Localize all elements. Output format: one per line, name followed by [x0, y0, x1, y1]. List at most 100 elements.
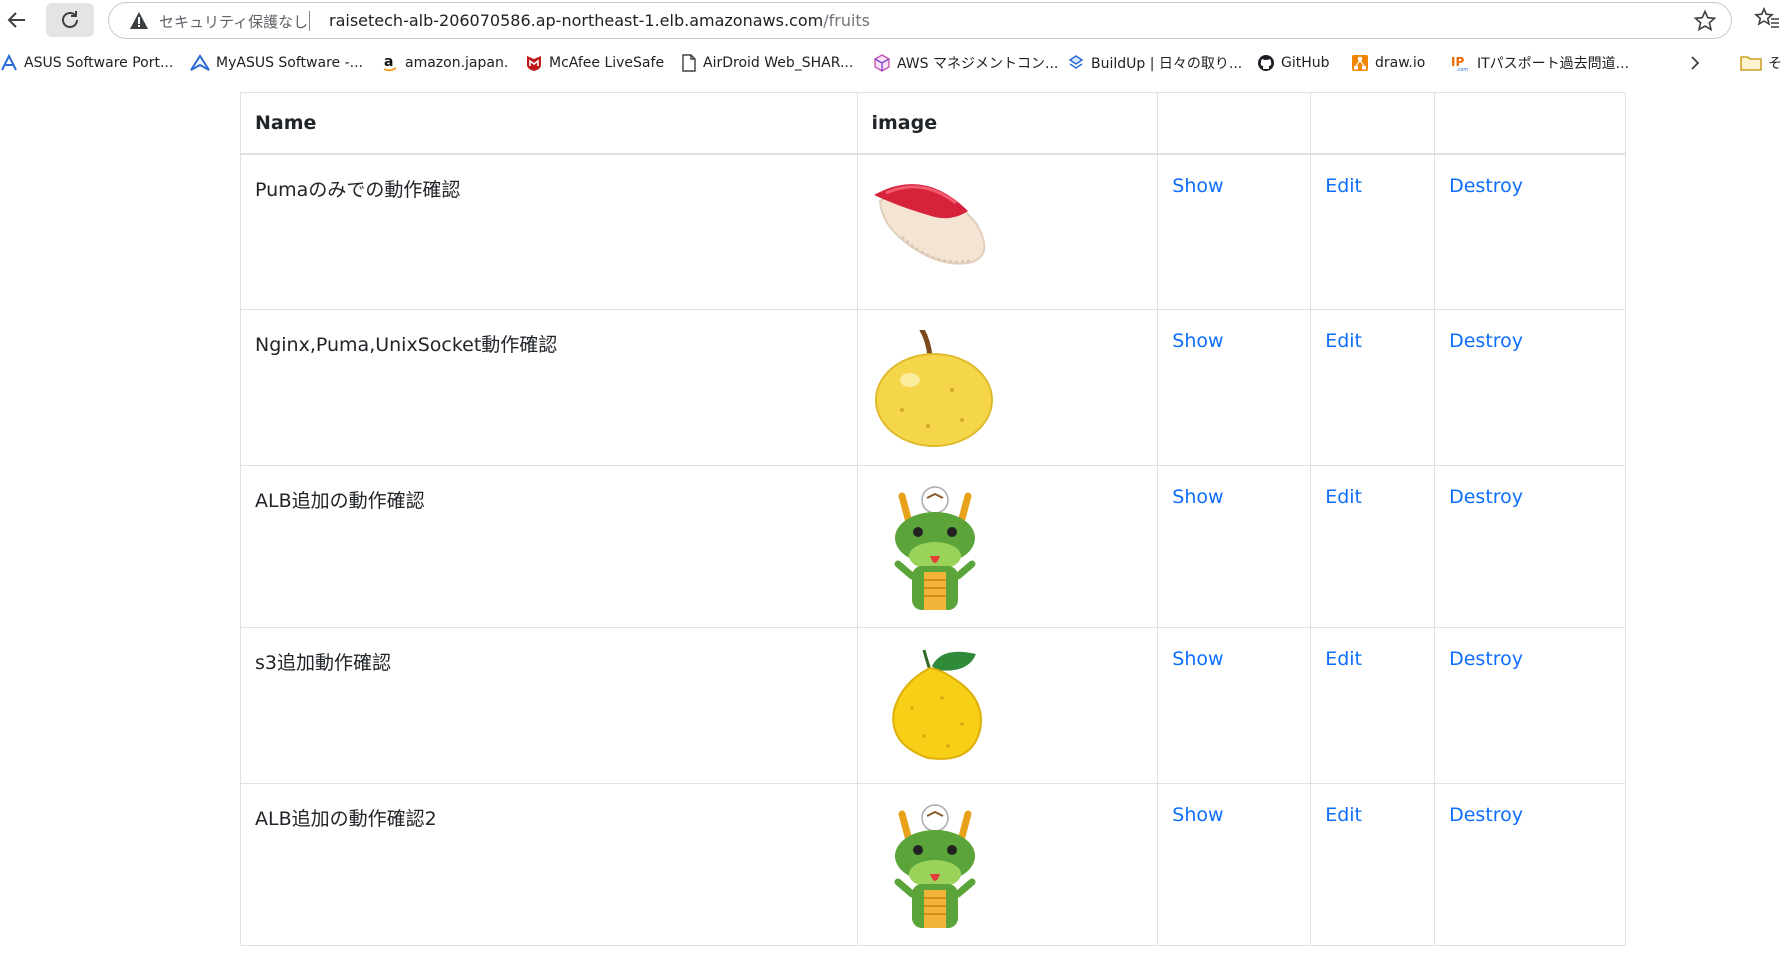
edit-cell: Edit [1310, 627, 1436, 784]
show-cell: Show [1157, 309, 1312, 466]
bookmark-label: draw.io [1375, 55, 1426, 71]
bookmark-label: BuildUp | 日々の取り... [1091, 56, 1243, 72]
aws-cube-icon [874, 54, 890, 72]
sushi-icon [873, 183, 985, 265]
url-text[interactable]: raisetech-alb-206070586.ap-northeast-1.e… [329, 11, 870, 30]
fruit-name: Pumaのみでの動作確認 [240, 153, 858, 310]
page-content: Name image Pumaのみでの動作確認 Show Edit Destro… [0, 86, 1787, 962]
destroy-cell: Destroy [1434, 783, 1626, 946]
fruits-table: Name image Pumaのみでの動作確認 Show Edit Destro… [240, 92, 1626, 946]
destroy-cell: Destroy [1434, 153, 1626, 310]
reload-icon [62, 11, 78, 28]
header-empty [1157, 92, 1312, 155]
bookmark-drawio[interactable]: draw.io [1351, 52, 1425, 74]
favorites-icon[interactable] [1754, 6, 1780, 32]
edit-cell: Edit [1310, 153, 1436, 310]
back-button[interactable] [0, 3, 34, 37]
yuzu-icon [891, 649, 982, 760]
bookmark-label: MyASUS Software -... [216, 55, 363, 71]
edit-link[interactable]: Edit [1325, 175, 1362, 197]
destroy-cell: Destroy [1434, 465, 1626, 628]
document-icon [682, 54, 696, 72]
bookmark-label: ITパスポート過去問道... [1477, 56, 1630, 72]
destroy-link[interactable]: Destroy [1449, 486, 1523, 508]
bookmark-buildup[interactable]: BuildUp | 日々の取り... [1067, 52, 1242, 74]
bookmark-github[interactable]: GitHub [1257, 52, 1330, 74]
fruit-image-cell [856, 153, 1159, 310]
destroy-link[interactable]: Destroy [1449, 330, 1523, 352]
bookmark-asus[interactable]: ASUS Software Port... [0, 52, 173, 74]
pear-icon [874, 330, 993, 447]
header-image: image [856, 92, 1159, 155]
edit-cell: Edit [1310, 783, 1436, 946]
bookmark-myasus[interactable]: MyASUS Software -... [190, 52, 363, 74]
bookmark-label: GitHub [1281, 55, 1330, 71]
table-row: ALB追加の動作確認 Show Edit Destroy [240, 465, 1626, 628]
folder-icon [1740, 56, 1762, 71]
destroy-cell: Destroy [1434, 627, 1626, 784]
table-row: Nginx,Puma,UnixSocket動作確認 Show Edit Dest… [240, 309, 1626, 466]
fruit-image-cell [856, 783, 1159, 946]
show-link[interactable]: Show [1172, 804, 1223, 826]
chevron-right-icon[interactable] [1686, 53, 1704, 73]
svg-text:.com: .com [1456, 67, 1468, 72]
table-header-row: Name image [240, 92, 1626, 155]
edit-link[interactable]: Edit [1325, 486, 1362, 508]
show-link[interactable]: Show [1172, 175, 1223, 197]
warning-icon [130, 12, 148, 29]
table-row: s3追加動作確認 Show Edit Destroy [240, 627, 1626, 784]
dragon-icon [894, 804, 975, 928]
mcafee-icon [527, 56, 541, 71]
edit-link[interactable]: Edit [1325, 330, 1362, 352]
bookmark-label: McAfee LiveSafe [549, 55, 665, 71]
table-row: ALB追加の動作確認2 Show Edit Destroy [240, 783, 1626, 946]
bookmark-amazon[interactable]: a amazon.japan. [381, 52, 508, 74]
edit-cell: Edit [1310, 465, 1436, 628]
arrow-left-icon [7, 12, 25, 28]
url-path: /fruits [823, 11, 871, 30]
star-icon[interactable] [1693, 9, 1717, 33]
amazon-icon: a [383, 54, 397, 72]
show-cell: Show [1157, 153, 1312, 310]
show-link[interactable]: Show [1172, 648, 1223, 670]
svg-text:a: a [384, 54, 393, 70]
bookmark-aws[interactable]: AWS マネジメントコン... [873, 52, 1058, 74]
header-empty [1434, 92, 1626, 155]
bookmark-label: ASUS Software Port... [24, 55, 174, 71]
drawio-icon [1352, 55, 1368, 71]
itpassport-icon: IP.com [1451, 55, 1468, 72]
destroy-link[interactable]: Destroy [1449, 804, 1523, 826]
fruit-name: ALB追加の動作確認 [240, 465, 858, 628]
asus-icon [1, 54, 17, 71]
bookmark-label: amazon.japan. [405, 55, 509, 71]
destroy-link[interactable]: Destroy [1449, 175, 1523, 197]
fruit-image-cell [856, 465, 1159, 628]
bookmark-mcafee[interactable]: McAfee LiveSafe [525, 52, 664, 74]
table-row: Pumaのみでの動作確認 Show Edit Destroy [240, 153, 1626, 310]
github-icon [1258, 55, 1274, 71]
show-link[interactable]: Show [1172, 486, 1223, 508]
show-link[interactable]: Show [1172, 330, 1223, 352]
edit-link[interactable]: Edit [1325, 804, 1362, 826]
buildup-icon [1068, 55, 1084, 69]
show-cell: Show [1157, 465, 1312, 628]
bookmark-folder-other[interactable]: そ [1740, 53, 1782, 73]
reload-button[interactable] [46, 3, 94, 37]
dragon-icon [894, 486, 975, 610]
myasus-icon [190, 54, 210, 71]
bookmark-airdroid[interactable]: AirDroid Web_SHAR... [681, 52, 853, 74]
browser-toolbar: セキュリティ保護なし raisetech-alb-206070586.ap-no… [0, 0, 1787, 41]
bookmark-itpassport[interactable]: IP .com ITパスポート過去問道... [1451, 52, 1629, 74]
fruit-name: s3追加動作確認 [240, 627, 858, 784]
bookmark-label: AWS マネジメントコン... [897, 56, 1059, 72]
fruit-image-cell [856, 627, 1159, 784]
edit-link[interactable]: Edit [1325, 648, 1362, 670]
address-bar[interactable]: セキュリティ保護なし raisetech-alb-206070586.ap-no… [108, 2, 1732, 39]
bookmarks-bar: ASUS Software Port... MyASUS Software -.… [0, 47, 1787, 81]
security-status[interactable]: セキュリティ保護なし [159, 11, 308, 32]
bookmark-label: AirDroid Web_SHAR... [703, 55, 854, 71]
address-separator [309, 11, 310, 31]
destroy-cell: Destroy [1434, 309, 1626, 466]
fruit-name: ALB追加の動作確認2 [240, 783, 858, 946]
destroy-link[interactable]: Destroy [1449, 648, 1523, 670]
